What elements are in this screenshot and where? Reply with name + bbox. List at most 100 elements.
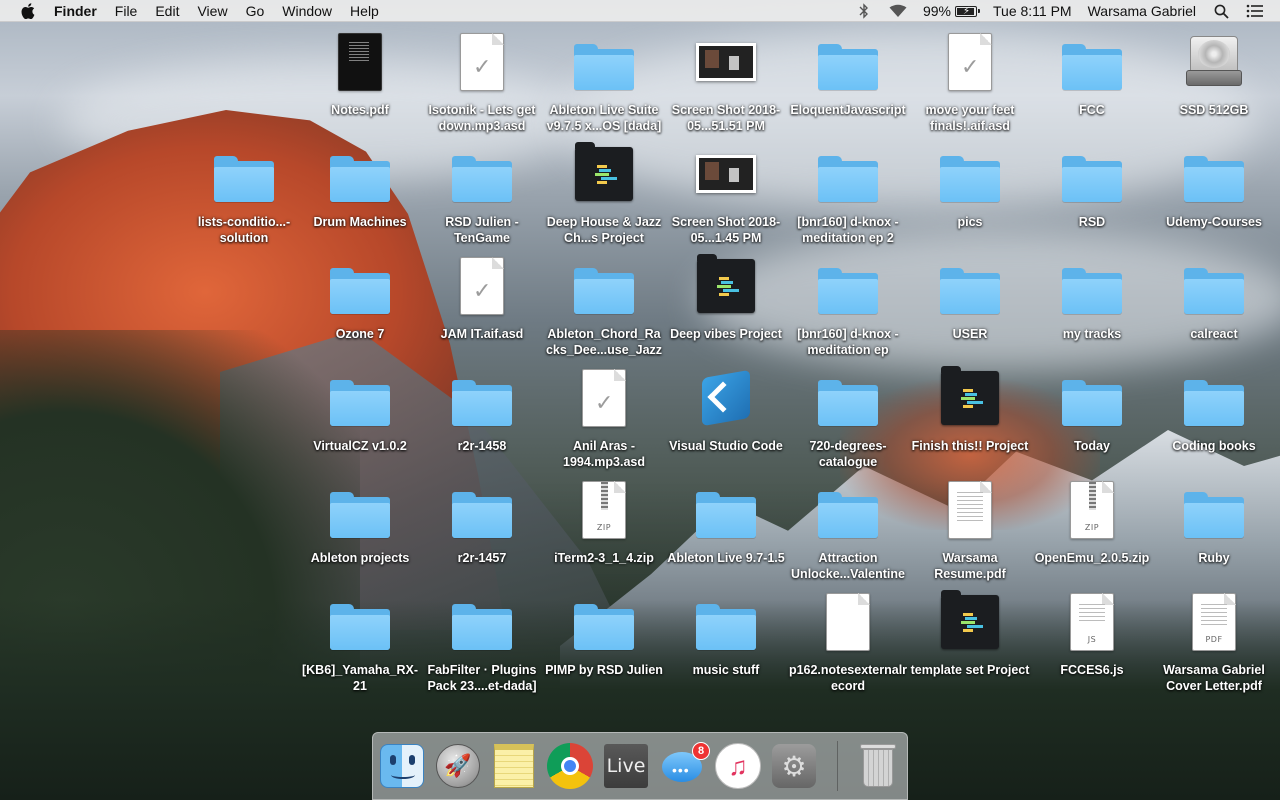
desktop-icon[interactable]: RSD Julien - TenGame <box>422 142 542 254</box>
desktop-icon[interactable]: Ozone 7 <box>300 254 420 366</box>
desktop-icon[interactable]: Screen Shot 2018-05...51.51 PM <box>666 30 786 142</box>
finder-icon <box>380 744 424 788</box>
desktop-icon[interactable]: JS FCCES6.js <box>1032 590 1152 702</box>
apple-icon[interactable] <box>20 2 36 19</box>
desktop-icon[interactable]: r2r-1458 <box>422 366 542 478</box>
desktop-icon-label: USER <box>952 327 988 341</box>
desktop-icon[interactable]: Notes.pdf <box>300 30 420 142</box>
dock-launchpad[interactable]: 🚀 <box>433 741 483 791</box>
desktop-icon-label: calreact <box>1190 327 1238 341</box>
hard-drive-icon <box>1182 30 1246 94</box>
desktop-icon[interactable]: VirtualCZ v1.0.2 <box>300 366 420 478</box>
desktop-icon[interactable]: template set Project <box>910 590 1030 702</box>
desktop-icon[interactable]: Today <box>1032 366 1152 478</box>
dock-system-preferences[interactable]: ⚙ <box>769 741 819 791</box>
dock-trash[interactable] <box>853 741 903 791</box>
notes-icon <box>494 744 534 788</box>
messages-icon: ••• 8 <box>660 742 710 786</box>
desktop-icon[interactable]: Warsama Resume.pdf <box>910 478 1030 590</box>
desktop-icon[interactable]: PIMP by RSD Julien <box>544 590 664 702</box>
desktop-icon-label: Attraction Unlocke...Valentine <box>791 551 905 581</box>
desktop-icon[interactable]: Drum Machines <box>300 142 420 254</box>
document-icon: ✓ <box>450 30 514 94</box>
desktop-icon[interactable]: ZIP OpenEmu_2.0.5.zip <box>1032 478 1152 590</box>
desktop-icon-label: music stuff <box>692 663 760 677</box>
desktop-icon-label: EloquentJavascript <box>790 103 906 117</box>
desktop-icon[interactable]: music stuff <box>666 590 786 702</box>
dock-chrome[interactable] <box>545 741 595 791</box>
menu-view[interactable]: View <box>197 0 227 22</box>
desktop-icon-label: OpenEmu_2.0.5.zip <box>1034 551 1150 565</box>
desktop-icon[interactable]: SSD 512GB <box>1154 30 1274 142</box>
desktop-icon-label: Warsama Resume.pdf <box>934 551 1006 581</box>
desktop-icon[interactable]: ✓ move your feet finals!.aif.asd <box>910 30 1030 142</box>
folder-icon <box>450 366 514 430</box>
desktop-icon-label: 720-degrees-catalogue <box>809 439 887 469</box>
desktop-icon[interactable]: Ableton Live 9.7-1.5 <box>666 478 786 590</box>
clock[interactable]: Tue 8:11 PM <box>993 3 1072 19</box>
dock-notes[interactable] <box>489 741 539 791</box>
list-icon[interactable] <box>1246 3 1264 19</box>
desktop-icon[interactable]: USER <box>910 254 1030 366</box>
menu-help[interactable]: Help <box>350 0 379 22</box>
desktop-icon[interactable]: RSD <box>1032 142 1152 254</box>
desktop-icon[interactable]: [bnr160] d-knox - meditation ep 2 <box>788 142 908 254</box>
menu-edit[interactable]: Edit <box>155 0 179 22</box>
desktop-icon[interactable]: ✓ JAM IT.aif.asd <box>422 254 542 366</box>
menu-go[interactable]: Go <box>246 0 265 22</box>
chrome-icon <box>547 743 593 789</box>
desktop-icon[interactable]: ✓ Anil Aras - 1994.mp3.asd <box>544 366 664 478</box>
dock-itunes[interactable]: ♫ <box>713 741 763 791</box>
desktop-icon[interactable]: FCC <box>1032 30 1152 142</box>
desktop-icon[interactable]: my tracks <box>1032 254 1152 366</box>
desktop-icon[interactable]: EloquentJavascript <box>788 30 908 142</box>
desktop-icon[interactable]: Ableton Live Suite v9.7.5 x...OS [dada] <box>544 30 664 142</box>
desktop-icon[interactable]: [bnr160] d-knox - meditation ep <box>788 254 908 366</box>
desktop-icon[interactable]: r2r-1457 <box>422 478 542 590</box>
bluetooth-icon[interactable] <box>855 3 873 19</box>
menu-app-name[interactable]: Finder <box>54 0 97 22</box>
desktop-icon[interactable]: Deep House & Jazz Ch...s Project <box>544 142 664 254</box>
desktop-icon[interactable]: Ableton_Chord_Racks_Dee...use_Jazz <box>544 254 664 366</box>
desktop-icon[interactable]: Visual Studio Code <box>666 366 786 478</box>
battery-status[interactable]: 99% ⚡ <box>922 3 980 19</box>
desktop-icon[interactable]: Attraction Unlocke...Valentine <box>788 478 908 590</box>
desktop-icon[interactable]: ZIP iTerm2-3_1_4.zip <box>544 478 664 590</box>
desktop-icon-label: r2r-1458 <box>457 439 507 453</box>
screenshot-thumbnail-icon <box>694 142 758 206</box>
desktop-icon[interactable]: calreact <box>1154 254 1274 366</box>
battery-percent: 99% <box>922 3 951 19</box>
pdf-document-icon: PDF <box>1182 590 1246 654</box>
desktop-icon-label: template set Project <box>910 663 1030 677</box>
desktop-icon[interactable]: Ableton projects <box>300 478 420 590</box>
dock-finder[interactable] <box>377 741 427 791</box>
desktop-icon[interactable]: Deep vibes Project <box>666 254 786 366</box>
desktop-icon-label: Anil Aras - 1994.mp3.asd <box>563 439 645 469</box>
desktop-icon[interactable]: PDF Warsama Gabriel Cover Letter.pdf <box>1154 590 1274 702</box>
menu-window[interactable]: Window <box>282 0 332 22</box>
desktop-icon[interactable]: pics <box>910 142 1030 254</box>
desktop-icon[interactable]: Coding books <box>1154 366 1274 478</box>
desktop-icon[interactable]: FabFilter · Plugins Pack 23....et-dada] <box>422 590 542 702</box>
desktop-icon[interactable]: Finish this!! Project <box>910 366 1030 478</box>
dock: 🚀 Live ••• 8 ♫ ⚙ <box>372 732 908 800</box>
desktop-icon[interactable]: Screen Shot 2018-05...1.45 PM <box>666 142 786 254</box>
zip-archive-icon: ZIP <box>1060 478 1124 542</box>
desktop-icon-label: Isotonik - Lets get down.mp3.asd <box>428 103 536 133</box>
desktop-icon[interactable]: 720-degrees-catalogue <box>788 366 908 478</box>
menu-file[interactable]: File <box>115 0 138 22</box>
desktop-icon-label: FCCES6.js <box>1060 663 1124 677</box>
search-icon[interactable] <box>1212 3 1230 19</box>
desktop-icon[interactable]: lists-conditio...-solution <box>184 142 304 254</box>
desktop-icon[interactable]: Udemy-Courses <box>1154 142 1274 254</box>
wifi-icon[interactable] <box>889 3 907 19</box>
desktop-icon[interactable]: ✓ Isotonik - Lets get down.mp3.asd <box>422 30 542 142</box>
dock-messages[interactable]: ••• 8 <box>657 741 710 791</box>
desktop-icon-label: Notes.pdf <box>331 103 389 117</box>
desktop-icon[interactable]: [KB6]_Yamaha_RX-21 <box>300 590 420 702</box>
desktop-icon[interactable]: p162.notesexternalrecord <box>788 590 908 702</box>
desktop-icon[interactable]: Ruby <box>1154 478 1274 590</box>
user-name[interactable]: Warsama Gabriel <box>1088 3 1196 19</box>
desktop-icon-label: r2r-1457 <box>457 551 507 565</box>
dock-ableton-live[interactable]: Live <box>601 741 651 791</box>
